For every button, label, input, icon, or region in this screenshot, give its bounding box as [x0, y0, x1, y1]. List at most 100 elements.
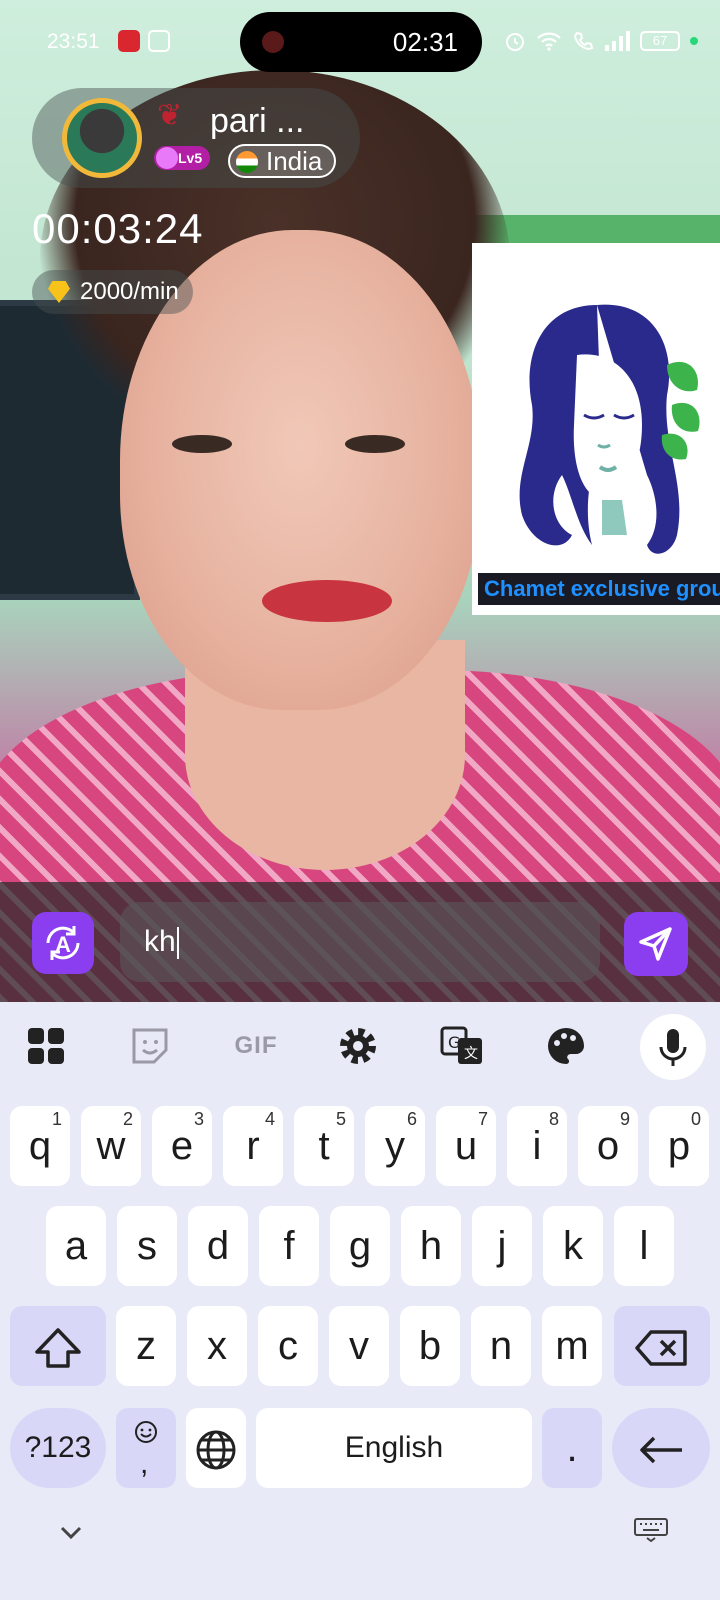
svg-text:文: 文	[464, 1046, 478, 1062]
key-g[interactable]: g	[330, 1206, 390, 1286]
key-hint: 9	[619, 1109, 630, 1129]
key-p[interactable]: p0	[649, 1106, 709, 1186]
key-label: p	[667, 1124, 691, 1168]
call-duration: 00:03:24	[32, 205, 204, 252]
sticker-icon[interactable]	[124, 1020, 176, 1072]
svg-text:G: G	[448, 1033, 460, 1052]
voice-input-button[interactable]	[640, 1014, 706, 1080]
key-label: w	[96, 1124, 126, 1168]
key-label: a	[64, 1224, 88, 1268]
key-label: e	[170, 1124, 194, 1168]
key-c[interactable]: c	[258, 1306, 318, 1386]
screen-record-icon	[148, 30, 170, 52]
key-hint: 6	[406, 1109, 417, 1129]
caller-card[interactable]: ❦ pari ... Lv5 India	[32, 88, 360, 188]
key-j[interactable]: j	[472, 1206, 532, 1286]
key-m[interactable]: m	[542, 1306, 602, 1386]
key-b[interactable]: b	[400, 1306, 460, 1386]
key-l[interactable]: l	[614, 1206, 674, 1286]
diamond-icon	[48, 281, 70, 303]
translate-label: A	[55, 932, 71, 957]
key-y[interactable]: y6	[365, 1106, 425, 1186]
key-e[interactable]: e3	[152, 1106, 212, 1186]
key-k[interactable]: k	[543, 1206, 603, 1286]
auto-translate-button[interactable]: A	[32, 912, 94, 974]
key-z[interactable]: z	[116, 1306, 176, 1386]
keyboard-switch-icon[interactable]	[634, 1518, 668, 1542]
key-d[interactable]: d	[188, 1206, 248, 1286]
key-f[interactable]: f	[259, 1206, 319, 1286]
enter-key[interactable]	[612, 1408, 710, 1488]
key-label: d	[206, 1224, 230, 1268]
key-n[interactable]: n	[471, 1306, 531, 1386]
local-preview[interactable]: Chamet exclusive grou	[472, 243, 720, 615]
record-dot-icon	[262, 31, 284, 53]
symbols-key[interactable]: ?123	[10, 1408, 106, 1488]
key-t[interactable]: t5	[294, 1106, 354, 1186]
emoji-comma-key[interactable]: ,	[116, 1408, 176, 1488]
key-o[interactable]: o9	[578, 1106, 638, 1186]
key-label: x	[207, 1324, 227, 1368]
palette-icon[interactable]	[540, 1020, 592, 1072]
country-chip: India	[228, 144, 337, 178]
key-label: j	[497, 1224, 507, 1268]
key-i[interactable]: i8	[507, 1106, 567, 1186]
video-person-eye	[345, 435, 405, 453]
shift-key[interactable]	[10, 1306, 106, 1386]
rate-chip: 2000/min	[32, 270, 193, 314]
message-bar: A kh	[0, 882, 720, 1002]
caller-avatar[interactable]	[62, 98, 142, 178]
woman-logo-icon	[519, 304, 700, 554]
gif-button[interactable]: GIF	[226, 1020, 286, 1072]
text-caret	[176, 927, 179, 960]
enter-icon	[640, 1437, 682, 1464]
key-q[interactable]: q1	[10, 1106, 70, 1186]
recording-pill[interactable]: 02:31	[240, 12, 482, 72]
key-label: f	[283, 1224, 295, 1268]
key-s[interactable]: s	[117, 1206, 177, 1286]
key-x[interactable]: x	[187, 1306, 247, 1386]
caller-name: pari ...	[210, 102, 305, 140]
send-button[interactable]	[624, 912, 688, 976]
key-a[interactable]: a	[46, 1206, 106, 1286]
send-icon	[639, 927, 672, 961]
key-label: n	[489, 1324, 513, 1368]
level-badge: Lv5	[154, 146, 211, 170]
key-r[interactable]: r4	[223, 1106, 283, 1186]
call-icon	[573, 31, 594, 51]
key-h[interactable]: h	[401, 1206, 461, 1286]
preview-label: Chamet exclusive grou	[478, 573, 720, 605]
key-label: h	[419, 1224, 443, 1268]
language-key[interactable]	[186, 1408, 246, 1488]
status-icons: 67	[504, 30, 698, 52]
chevron-down-icon[interactable]	[56, 1518, 86, 1548]
key-hint: 5	[335, 1109, 346, 1129]
key-label: c	[278, 1324, 298, 1368]
period-key[interactable]: .	[542, 1408, 602, 1488]
video-person-eye	[172, 435, 232, 453]
key-w[interactable]: w2	[81, 1106, 141, 1186]
key-hint: 1	[51, 1109, 62, 1129]
key-hint: 0	[690, 1109, 701, 1129]
status-bar: 23:51 02:31 67	[0, 0, 720, 84]
country-label: India	[266, 146, 323, 176]
backspace-key[interactable]	[614, 1306, 710, 1386]
translate-icon[interactable]: G文	[436, 1020, 488, 1072]
key-label: r	[246, 1124, 260, 1168]
soft-keyboard: GIF G文 ?123 , English . q1w2e3r4t5y 6 u …	[0, 1002, 720, 1600]
india-flag-icon	[236, 151, 258, 173]
status-time: 23:51	[47, 30, 100, 53]
key-v[interactable]: v	[329, 1306, 389, 1386]
key-label: l	[639, 1224, 649, 1268]
key-u[interactable]: u7	[436, 1106, 496, 1186]
globe-icon	[196, 1430, 236, 1470]
key-hint: 4	[264, 1109, 275, 1129]
keyboard-toolbar: GIF G文	[0, 1002, 720, 1092]
apps-grid-icon[interactable]	[20, 1020, 72, 1072]
key-hint: 3	[193, 1109, 204, 1129]
key-label: m	[555, 1324, 589, 1368]
gear-icon[interactable]	[332, 1020, 384, 1072]
message-input[interactable]: kh	[120, 902, 600, 982]
key-hint: 2	[122, 1109, 133, 1129]
space-key[interactable]: English	[256, 1408, 532, 1488]
